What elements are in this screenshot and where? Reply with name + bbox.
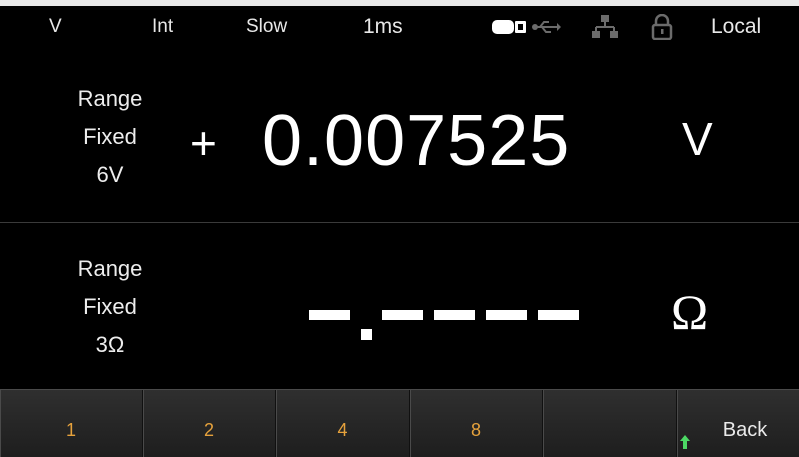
primary-measurement-panel: Range Fixed 6V + 0.007525 V — [0, 50, 799, 222]
back-button[interactable]: Back — [677, 390, 799, 457]
primary-range-label[interactable]: Range Fixed 6V — [50, 80, 170, 194]
softkey-2[interactable]: 2 — [143, 390, 276, 457]
usb-icon — [531, 18, 561, 41]
secondary-range-mode: Fixed — [83, 294, 137, 319]
primary-sign: + — [190, 117, 217, 169]
secondary-unit: Ω — [671, 284, 709, 340]
softkey-empty[interactable] — [543, 390, 677, 457]
softkey-bar: 1 2 4 8 Back — [0, 389, 799, 457]
softkey-4-label: 4 — [337, 420, 348, 440]
card-icon — [492, 18, 528, 41]
secondary-measurement-panel: Range Fixed 3Ω Ω — [0, 223, 799, 389]
primary-range-value: 6V — [96, 162, 124, 187]
status-aperture: 1ms — [363, 15, 403, 38]
lock-icon — [651, 13, 673, 45]
softkey-8[interactable]: 8 — [410, 390, 543, 457]
softkey-2-label: 2 — [203, 420, 214, 440]
network-icon — [592, 14, 618, 45]
up-arrow-icon — [679, 434, 691, 455]
status-trigger: Int — [152, 16, 174, 37]
reading-dash — [309, 310, 350, 320]
softkey-4[interactable]: 4 — [276, 390, 410, 457]
softkey-1-label: 1 — [65, 420, 76, 440]
secondary-range-title: Range — [77, 256, 143, 281]
primary-range-title: Range — [77, 86, 143, 111]
status-mode: Local — [711, 15, 762, 38]
secondary-range-value: 3Ω — [95, 332, 125, 357]
softkey-1[interactable]: 1 — [0, 390, 143, 457]
back-button-label: Back — [722, 419, 768, 441]
reading-dash — [382, 310, 423, 320]
reading-dash — [434, 310, 475, 320]
softkey-8-label: 8 — [470, 420, 481, 440]
reading-dash — [538, 310, 579, 320]
primary-range-mode: Fixed — [83, 124, 137, 149]
status-speed: Slow — [246, 16, 288, 37]
secondary-range-label[interactable]: Range Fixed 3Ω — [50, 250, 170, 364]
reading-decimal-point — [361, 329, 372, 340]
primary-unit: V — [682, 113, 713, 165]
status-bar: V Int Slow 1ms Local — [0, 6, 799, 50]
status-function: V — [49, 16, 62, 37]
primary-reading: 0.007525 — [262, 101, 571, 181]
reading-dash — [486, 310, 527, 320]
